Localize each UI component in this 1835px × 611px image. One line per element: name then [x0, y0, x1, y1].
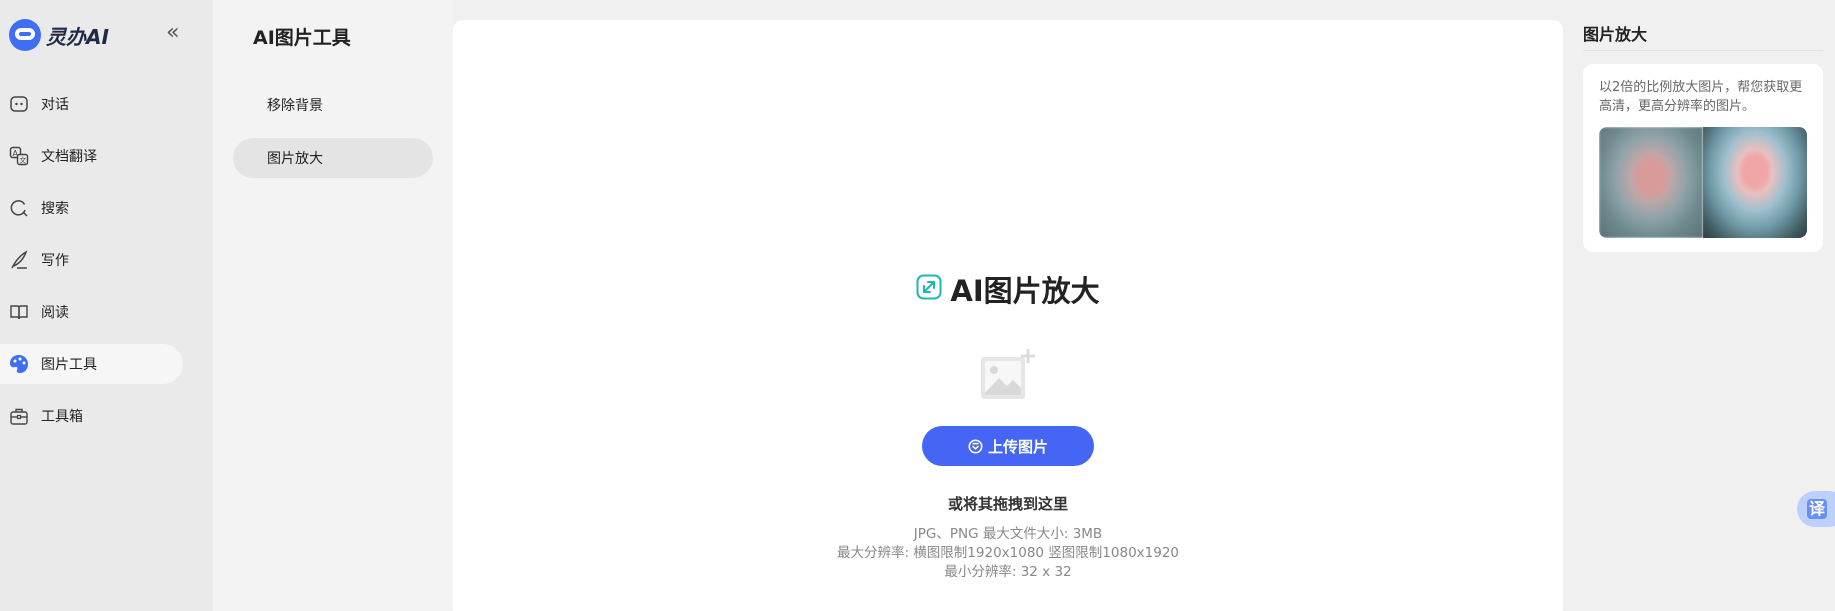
nav-item-toolbox[interactable]: 工具箱: [0, 396, 183, 436]
subnav-title: AI图片工具: [253, 27, 351, 49]
main-panel: AI图片放大 上传图片 或将其拖拽到这里 JPG、PNG 最大文件大小: 3MB…: [453, 20, 1563, 611]
left-sidebar: 灵办AI « 对话 A文 文档翻译 搜索 写作 阅读 图片工具 工具箱: [0, 0, 213, 611]
upload-button-label: 上传图片: [987, 437, 1048, 456]
nav-item-image-tools[interactable]: 图片工具: [0, 344, 183, 384]
svg-text:文: 文: [19, 156, 26, 165]
after-image: [1703, 127, 1807, 238]
nav-item-doc-translate[interactable]: A文 文档翻译: [0, 136, 183, 176]
logo-icon: [9, 19, 41, 51]
spec-max-resolution: 最大分辨率: 横图限制1920x1080 竖图限制1080x1920: [836, 545, 1180, 561]
feature-card: 以2倍的比例放大图片，帮您获取更高清，更高分辨率的图片。: [1583, 64, 1823, 252]
feature-info-panel: 图片放大 以2倍的比例放大图片，帮您获取更高清，更高分辨率的图片。: [1583, 0, 1823, 611]
app-logo[interactable]: 灵办AI: [9, 19, 109, 51]
nav-item-writing[interactable]: 写作: [0, 240, 183, 280]
nav-label: 搜索: [41, 201, 69, 217]
nav-item-reading[interactable]: 阅读: [0, 292, 183, 332]
upload-image-button[interactable]: 上传图片: [922, 426, 1094, 466]
translate-float-button[interactable]: 译: [1797, 491, 1835, 527]
add-image-icon: [979, 348, 1037, 406]
tool-header: AI图片放大: [453, 268, 1563, 310]
upload-icon: [968, 439, 983, 454]
spec-min-resolution: 最小分辨率: 32 x 32: [944, 564, 1072, 580]
feature-description: 以2倍的比例放大图片，帮您获取更高清，更高分辨率的图片。: [1599, 80, 1803, 114]
search-icon: [8, 197, 30, 219]
collapse-sidebar-icon[interactable]: «: [166, 22, 179, 44]
subnav-item-remove-background[interactable]: 移除背景: [233, 85, 433, 125]
translate-fab-label: 译: [1807, 499, 1828, 519]
subnav-item-image-upscale[interactable]: 图片放大: [233, 138, 433, 178]
toolbox-icon: [8, 405, 30, 427]
nav-label: 阅读: [41, 305, 69, 321]
translate-icon: A文: [8, 145, 30, 167]
chat-bot-icon: [8, 93, 30, 115]
nav-label: 图片工具: [41, 357, 97, 373]
before-after-preview-image: [1599, 127, 1807, 238]
image-tools-subnav: AI图片工具 移除背景 图片放大: [213, 0, 453, 611]
nav-item-search[interactable]: 搜索: [0, 188, 183, 228]
nav-label: 对话: [41, 97, 69, 113]
nav-item-chat[interactable]: 对话: [0, 84, 183, 124]
expand-icon: [916, 274, 942, 304]
nav-label: 写作: [41, 253, 69, 269]
panel-title: 图片放大: [1583, 25, 1648, 44]
nav-label: 工具箱: [41, 409, 83, 425]
book-icon: [8, 301, 30, 323]
page-title: AI图片放大: [950, 274, 1100, 308]
drag-drop-hint: 或将其拖拽到这里: [947, 495, 1068, 513]
divider: [1583, 50, 1823, 51]
palette-icon: [8, 353, 30, 375]
pen-icon: [8, 249, 30, 271]
before-image: [1599, 127, 1703, 238]
spec-file-size: JPG、PNG 最大文件大小: 3MB: [913, 526, 1103, 542]
nav-label: 文档翻译: [41, 149, 97, 165]
app-name: 灵办AI: [46, 24, 109, 49]
